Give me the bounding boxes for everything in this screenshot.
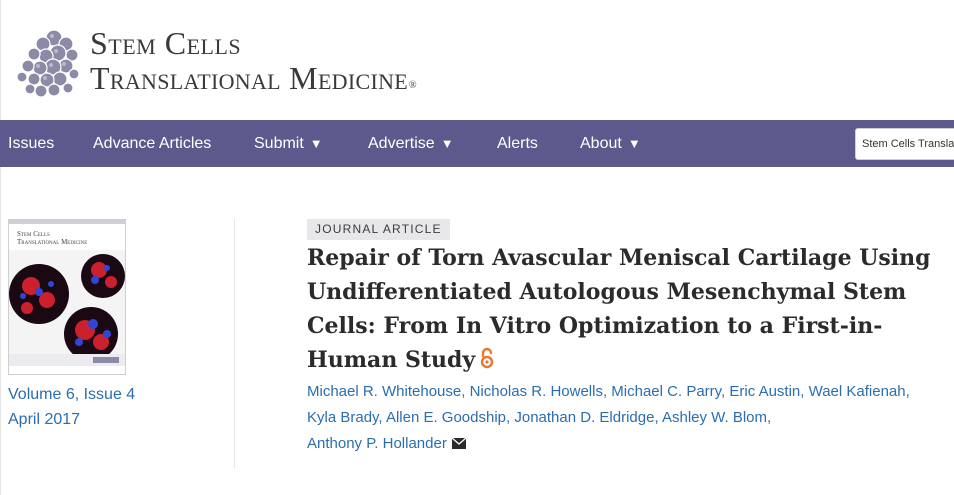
issue-date-link[interactable]: April 2017 [8, 411, 80, 429]
journal-title[interactable]: Stem Cells Translational Medicine® [90, 26, 417, 96]
author-link[interactable]: Nicholas R. Howells [470, 383, 603, 400]
article-title-text: Repair of Torn Avascular Meniscal Cartil… [307, 245, 931, 373]
author-list: Michael R. Whitehouse, Nicholas R. Howel… [307, 379, 947, 457]
author-separator: , [767, 409, 772, 426]
author-link[interactable]: Anthony P. Hollander [307, 435, 447, 452]
main-nav: Issues Advance Articles Submit ▼ Advertis… [0, 120, 954, 167]
open-access-icon [480, 347, 494, 369]
journal-title-line1: Stem Cells [90, 25, 242, 61]
author-separator: , [378, 409, 383, 426]
column-divider [234, 219, 235, 468]
cover-title-line2: Translational Medicine [17, 238, 88, 246]
search-scope-select[interactable]: Stem Cells Transla [855, 128, 954, 160]
author-link[interactable]: Michael C. Parry [611, 383, 721, 400]
nav-alerts[interactable]: Alerts [497, 120, 538, 167]
chevron-down-icon: ▼ [627, 136, 641, 151]
chevron-down-icon: ▼ [309, 136, 323, 151]
author-link[interactable]: Eric Austin [729, 383, 800, 400]
nav-about[interactable]: About ▼ [580, 120, 641, 167]
author-separator: , [905, 383, 910, 400]
author-separator: , [654, 409, 659, 426]
author-link[interactable]: Wael Kafienah [809, 383, 906, 400]
registered-mark: ® [409, 80, 417, 91]
author-link[interactable]: Michael R. Whitehouse [307, 383, 461, 400]
nav-submit[interactable]: Submit ▼ [254, 120, 323, 167]
cover-image [9, 250, 125, 366]
nav-advance-articles[interactable]: Advance Articles [93, 120, 211, 167]
author-link[interactable]: Allen E. Goodship [386, 409, 506, 426]
journal-title-line2: Translational Medicine® [90, 60, 417, 96]
author-separator: , [602, 383, 608, 400]
cover-header-bar [9, 220, 125, 224]
issue-cover[interactable]: Stem Cells Translational Medicine [8, 219, 126, 375]
article-type-badge: JOURNAL ARTICLE [307, 219, 450, 240]
article-title: Repair of Torn Avascular Meniscal Cartil… [307, 241, 947, 377]
author-separator: , [721, 383, 726, 400]
author-separator: , [461, 383, 466, 400]
envelope-icon[interactable] [451, 438, 466, 449]
author-separator: , [506, 409, 511, 426]
author-link[interactable]: Jonathan D. Eldridge [514, 409, 654, 426]
author-separator: , [800, 383, 805, 400]
journal-logo-icon[interactable] [10, 24, 82, 100]
chevron-down-icon: ▼ [440, 136, 454, 151]
author-link[interactable]: Kyla Brady [307, 409, 378, 426]
author-link[interactable]: Ashley W. Blom [662, 409, 767, 426]
issue-volume-link[interactable]: Volume 6, Issue 4 [8, 386, 135, 404]
nav-advertise[interactable]: Advertise ▼ [368, 120, 454, 167]
cover-title-line1: Stem Cells [17, 230, 50, 238]
page-left-border [0, 0, 1, 495]
nav-issues[interactable]: Issues [8, 120, 54, 167]
